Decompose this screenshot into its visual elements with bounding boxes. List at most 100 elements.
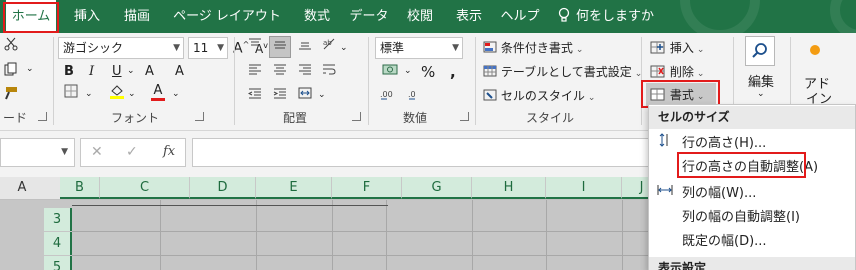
fill-color-icon[interactable] bbox=[106, 83, 128, 105]
increase-decimal-icon[interactable]: .00 bbox=[378, 85, 400, 107]
menu-item-row-height[interactable]: 行の高さ(H)... bbox=[649, 132, 855, 156]
chevron-down-icon[interactable]: ⌄ bbox=[128, 89, 136, 99]
currency-format-icon[interactable] bbox=[379, 61, 401, 83]
align-right-icon[interactable] bbox=[294, 61, 316, 83]
chevron-down-icon: ▼ bbox=[217, 43, 224, 53]
chevron-down-icon[interactable]: ⌄ bbox=[757, 89, 765, 99]
chevron-down-icon[interactable]: ⌄ bbox=[404, 66, 412, 76]
name-box[interactable]: ▼ bbox=[0, 138, 75, 167]
italic-button[interactable]: I bbox=[89, 64, 94, 79]
tell-me-label: 何をしますか bbox=[575, 9, 654, 24]
align-center-icon[interactable] bbox=[269, 61, 291, 83]
chevron-down-icon[interactable]: ▼ bbox=[61, 147, 68, 157]
menu-item-column-width[interactable]: 列の幅(W)... bbox=[649, 182, 855, 206]
font-color-button[interactable]: A bbox=[150, 83, 166, 101]
merge-center-icon[interactable] bbox=[294, 85, 316, 107]
percent-style-button[interactable]: % bbox=[421, 63, 435, 81]
grid-line bbox=[546, 200, 547, 270]
column-header-B[interactable]: B bbox=[60, 177, 100, 199]
tab-review[interactable]: 校閲 bbox=[398, 0, 442, 33]
number-format-dropdown[interactable]: 標準 ▼ bbox=[375, 37, 463, 59]
menu-item-default-width[interactable]: 既定の幅(D)... bbox=[649, 230, 855, 254]
align-left-icon[interactable] bbox=[244, 61, 266, 83]
insert-cells-icon bbox=[650, 41, 665, 54]
number-launcher-icon[interactable] bbox=[460, 112, 469, 121]
conditional-formatting-button[interactable]: 条件付き書式 ⌄ bbox=[483, 39, 583, 56]
chevron-down-icon[interactable]: ⌄ bbox=[172, 89, 180, 99]
column-width-icon bbox=[655, 182, 675, 206]
menu-item-autofit-column-width[interactable]: 列の幅の自動調整(I) bbox=[649, 206, 855, 230]
tell-me-box[interactable]: 何をしますか bbox=[546, 0, 666, 33]
row-header-4[interactable]: 4 bbox=[44, 232, 72, 255]
group-separator bbox=[368, 37, 369, 125]
format-cells-icon bbox=[650, 88, 665, 101]
font-launcher-icon[interactable] bbox=[195, 112, 204, 121]
font-name-dropdown[interactable]: 游ゴシック ▼ bbox=[58, 37, 184, 59]
group-separator bbox=[475, 37, 476, 125]
tab-help[interactable]: ヘルプ bbox=[496, 0, 544, 33]
borders-icon[interactable] bbox=[60, 83, 82, 105]
tab-page-layout[interactable]: ページ レイアウト bbox=[164, 0, 290, 33]
enter-icon[interactable]: ✓ bbox=[126, 144, 138, 160]
column-header-D[interactable]: D bbox=[190, 177, 256, 199]
insert-cells-button[interactable]: 挿入 ⌄ bbox=[650, 39, 704, 56]
wrap-text-icon[interactable] bbox=[318, 61, 340, 83]
increase-indent-icon[interactable] bbox=[269, 85, 291, 107]
comma-style-icon[interactable]: , bbox=[450, 63, 456, 81]
column-header-C[interactable]: C bbox=[100, 177, 190, 199]
align-top-icon[interactable] bbox=[244, 36, 266, 58]
font-size-value: 11 bbox=[193, 41, 209, 55]
underline-button[interactable]: U bbox=[112, 64, 122, 79]
grid-line bbox=[386, 200, 387, 270]
group-separator bbox=[234, 37, 235, 125]
tab-draw[interactable]: 描画 bbox=[116, 0, 158, 33]
group-label-number: 数値 bbox=[402, 111, 427, 125]
editing-label[interactable]: 編集 bbox=[748, 71, 774, 90]
insert-function-button[interactable]: fx bbox=[163, 144, 175, 159]
tab-insert[interactable]: 挿入 bbox=[64, 0, 110, 33]
row-header-3[interactable]: 3 bbox=[44, 208, 72, 231]
column-header-G[interactable]: G bbox=[402, 177, 472, 199]
tab-formulas[interactable]: 数式 bbox=[296, 0, 338, 33]
format-as-table-button[interactable]: テーブルとして書式設定 ⌄ bbox=[483, 63, 642, 80]
font-size-dropdown[interactable]: 11 ▼ bbox=[188, 37, 228, 59]
column-header-H[interactable]: H bbox=[472, 177, 546, 199]
align-bottom-icon[interactable] bbox=[294, 36, 316, 58]
tab-view[interactable]: 表示 bbox=[448, 0, 490, 33]
chevron-down-icon[interactable]: ⌄ bbox=[85, 89, 93, 99]
column-header-I[interactable]: I bbox=[546, 177, 622, 199]
grow-font-alt-button[interactable]: A bbox=[145, 64, 154, 79]
svg-text:.0: .0 bbox=[408, 90, 416, 99]
chevron-down-icon[interactable]: ⌄ bbox=[318, 90, 326, 100]
tab-home[interactable]: ホーム bbox=[6, 0, 56, 33]
chevron-down-icon[interactable]: ⌄ bbox=[127, 66, 135, 76]
menu-item-autofit-row-height[interactable]: 行の高さの自動調整(A) bbox=[649, 156, 855, 180]
copy-icon[interactable] bbox=[0, 61, 22, 83]
decrease-decimal-icon[interactable]: .0 bbox=[406, 85, 428, 107]
shrink-font-alt-button[interactable]: A bbox=[175, 64, 184, 79]
column-header-E[interactable]: E bbox=[256, 177, 332, 199]
find-select-button[interactable] bbox=[745, 36, 775, 66]
cut-icon[interactable] bbox=[0, 36, 22, 58]
decrease-indent-icon[interactable] bbox=[244, 85, 266, 107]
tab-data[interactable]: データ bbox=[343, 0, 395, 33]
chevron-down-icon[interactable]: ⌄ bbox=[340, 43, 348, 53]
orientation-icon[interactable]: ab bbox=[318, 36, 340, 58]
alignment-launcher-icon[interactable] bbox=[352, 112, 361, 121]
cancel-icon[interactable]: ✕ bbox=[91, 144, 103, 160]
lightbulb-icon bbox=[558, 7, 570, 22]
font-color-bar bbox=[151, 98, 165, 101]
bold-button[interactable]: B bbox=[64, 64, 74, 79]
column-header-A[interactable]: A bbox=[0, 177, 44, 199]
delete-cells-button[interactable]: 削除 ⌄ bbox=[650, 63, 704, 80]
format-painter-icon[interactable] bbox=[0, 85, 22, 107]
menu-section-visibility: 表示設定 bbox=[649, 257, 855, 270]
clipboard-launcher-icon[interactable] bbox=[38, 112, 47, 121]
chevron-down-icon[interactable]: ⌄ bbox=[26, 64, 34, 74]
formula-input[interactable] bbox=[192, 138, 662, 167]
cell-styles-button[interactable]: セルのスタイル ⌄ bbox=[483, 87, 595, 104]
column-header-F[interactable]: F bbox=[332, 177, 402, 199]
addins-icon[interactable] bbox=[810, 45, 820, 55]
row-header-5[interactable]: 5 bbox=[44, 256, 72, 270]
align-middle-icon[interactable] bbox=[269, 36, 291, 58]
